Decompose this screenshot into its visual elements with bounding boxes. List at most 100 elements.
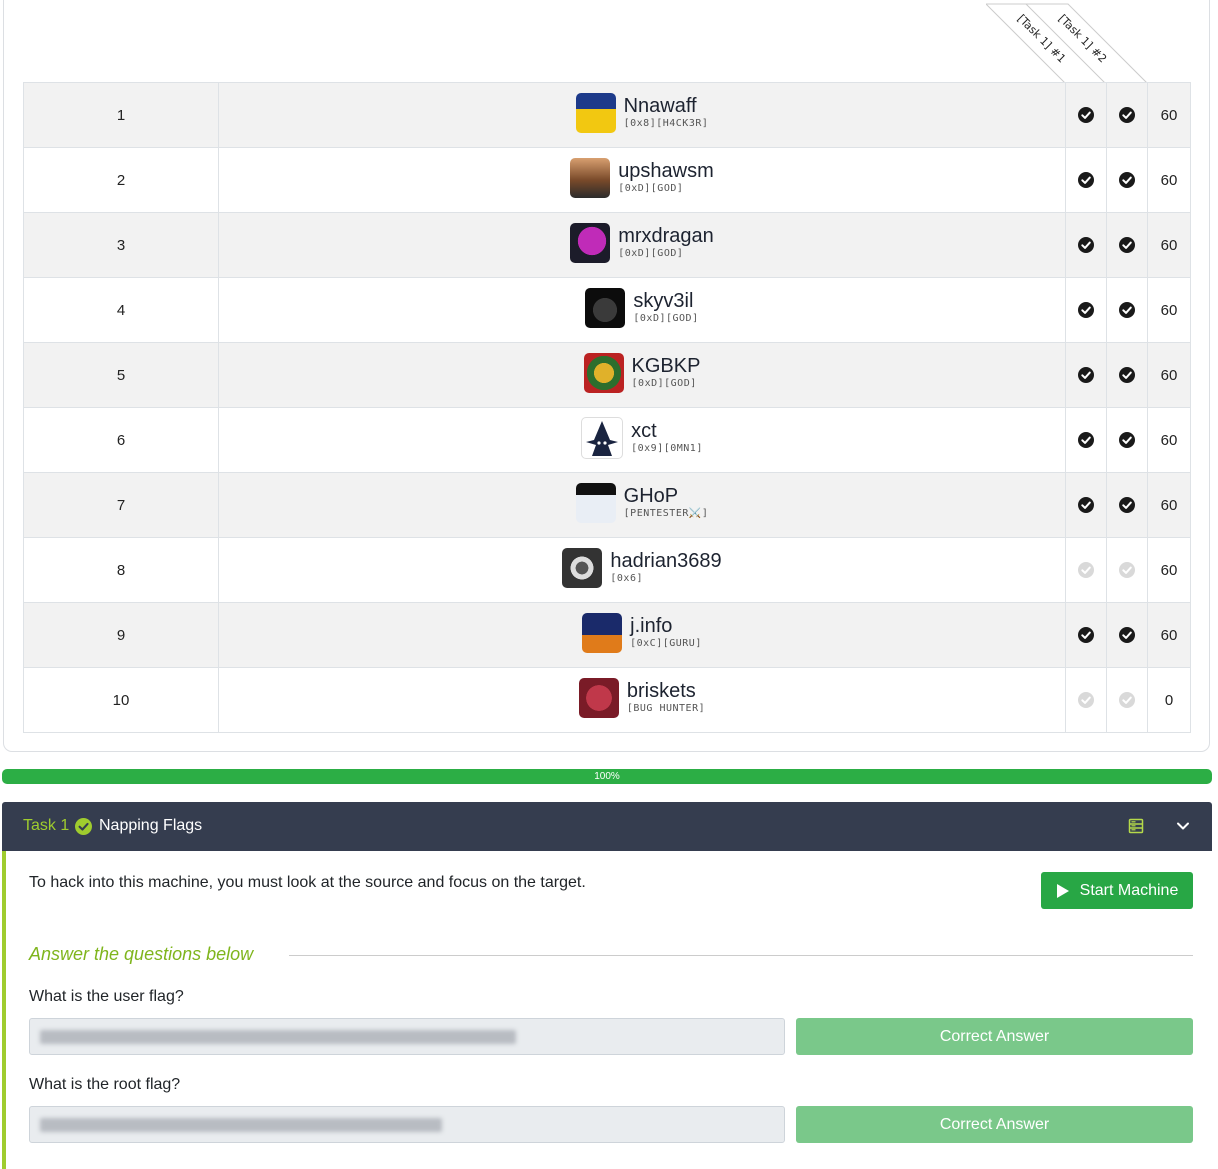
storage-icon[interactable] (1128, 818, 1144, 834)
rank-cell: 10 (23, 667, 219, 733)
check-circle-icon (1119, 366, 1135, 383)
avatar[interactable] (562, 547, 603, 588)
user-profile-link[interactable]: Nnawaff [0x8][H4CK3R] (575, 92, 709, 133)
avatar[interactable] (585, 287, 626, 328)
check-circle-icon (1119, 626, 1135, 643)
username[interactable]: GHoP (624, 485, 709, 507)
table-row: 9 j.info [0xC][GURU] 60 (23, 602, 1191, 668)
user-cell: j.info [0xC][GURU] (218, 602, 1066, 668)
progress-fill: 100% (2, 769, 1212, 784)
question-status-cell (1106, 537, 1148, 603)
check-circle-icon (1078, 431, 1094, 448)
user-profile-link[interactable]: skyv3il [0xD][GOD] (585, 287, 698, 328)
question-status-cell (1065, 537, 1107, 603)
question-status-cell (1106, 602, 1148, 668)
table-row: 1 Nnawaff [0x8][H4CK3R] 60 (23, 82, 1191, 148)
avatar[interactable] (570, 222, 611, 263)
user-profile-link[interactable]: KGBKP [0xD][GOD] (583, 352, 701, 393)
user-cell: GHoP [PENTESTER⚔️] (218, 472, 1066, 538)
rank-cell: 4 (23, 277, 219, 343)
table-row: 4 skyv3il [0xD][GOD] 60 (23, 277, 1191, 343)
avatar[interactable] (583, 352, 624, 393)
user-cell: Nnawaff [0x8][H4CK3R] (218, 82, 1066, 148)
question-status-cell (1065, 472, 1107, 538)
question-label-1: What is the user flag? (29, 988, 184, 1005)
score-cell: 60 (1147, 82, 1191, 148)
user-profile-link[interactable]: briskets [BUG HUNTER] (578, 677, 705, 718)
user-cell: hadrian3689 [0x6] (218, 537, 1066, 603)
question-status-cell (1065, 407, 1107, 473)
check-circle-icon (1119, 171, 1135, 188)
correct-answer-button-2[interactable]: Correct Answer (796, 1106, 1193, 1143)
root-flag-input[interactable] (29, 1106, 785, 1143)
avatar[interactable] (575, 92, 616, 133)
avatar[interactable] (582, 612, 623, 653)
check-circle-pending-icon (1119, 561, 1135, 578)
user-flag-input[interactable] (29, 1018, 785, 1055)
user-cell: mrxdragan [0xD][GOD] (218, 212, 1066, 278)
check-circle-pending-icon (1078, 691, 1094, 708)
username[interactable]: xct (631, 420, 703, 442)
username[interactable]: mrxdragan (618, 225, 714, 247)
user-cell: skyv3il [0xD][GOD] (218, 277, 1066, 343)
score-cell: 60 (1147, 602, 1191, 668)
task-body: To hack into this machine, you must look… (2, 851, 1212, 1169)
question-status-cell (1106, 212, 1148, 278)
task-header[interactable]: Task 1 Napping Flags (2, 802, 1212, 851)
username[interactable]: Nnawaff (624, 95, 709, 117)
username[interactable]: upshawsm (618, 160, 714, 182)
question-status-cell (1106, 147, 1148, 213)
progress-bar: 100% (2, 769, 1212, 784)
user-profile-link[interactable]: upshawsm [0xD][GOD] (570, 157, 714, 198)
user-rank-badge: [0xC][GURU] (630, 637, 702, 649)
rank-cell: 6 (23, 407, 219, 473)
user-rank-badge: [0x8][H4CK3R] (623, 117, 709, 129)
check-circle-icon (1119, 106, 1135, 123)
question-status-cell (1065, 277, 1107, 343)
check-circle-icon (1119, 431, 1135, 448)
user-rank-badge: [PENTESTER⚔️] (623, 507, 709, 519)
rank-cell: 3 (23, 212, 219, 278)
table-row: 3 mrxdragan [0xD][GOD] 60 (23, 212, 1191, 278)
avatar[interactable] (581, 417, 624, 459)
username[interactable]: KGBKP (632, 355, 701, 377)
avatar[interactable] (575, 482, 616, 523)
user-rank-badge: [0xD][GOD] (631, 377, 697, 389)
user-profile-link[interactable]: GHoP [PENTESTER⚔️] (575, 482, 709, 523)
rank-cell: 2 (23, 147, 219, 213)
avatar[interactable] (578, 677, 619, 718)
username[interactable]: j.info (630, 615, 702, 637)
user-cell: xct [0x9][0MN1] (218, 407, 1066, 473)
play-icon (1056, 883, 1069, 898)
avatar[interactable] (570, 157, 611, 198)
scoreboard-task-headers: [Task 1] #1 [Task 1] #2 (0, 0, 1218, 84)
user-profile-link[interactable]: hadrian3689 [0x6] (562, 547, 722, 588)
user-profile-link[interactable]: xct [0x9][0MN1] (581, 417, 703, 459)
score-cell: 0 (1147, 667, 1191, 733)
check-circle-icon (1078, 626, 1094, 643)
task-card: Task 1 Napping Flags To hack into this m… (2, 802, 1212, 1169)
correct-answer-button-1[interactable]: Correct Answer (796, 1018, 1193, 1055)
score-cell: 60 (1147, 407, 1191, 473)
user-profile-link[interactable]: j.info [0xC][GURU] (582, 612, 702, 653)
check-circle-icon (1078, 106, 1094, 123)
question-status-cell (1106, 667, 1148, 733)
score-cell: 60 (1147, 147, 1191, 213)
question-status-cell (1065, 147, 1107, 213)
question-status-cell (1106, 342, 1148, 408)
question-status-cell (1065, 82, 1107, 148)
answer-heading: Answer the questions below (29, 944, 254, 964)
rank-cell: 8 (23, 537, 219, 603)
check-circle-icon (75, 818, 92, 835)
user-profile-link[interactable]: mrxdragan [0xD][GOD] (570, 222, 714, 263)
check-circle-icon (1078, 366, 1094, 383)
check-circle-icon (1078, 236, 1094, 253)
chevron-down-icon[interactable] (1176, 819, 1190, 833)
username[interactable]: briskets (627, 680, 705, 702)
start-machine-button[interactable]: Start Machine (1041, 872, 1193, 909)
username[interactable]: skyv3il (633, 290, 698, 312)
table-row: 10 briskets [BUG HUNTER] 0 (23, 667, 1191, 733)
username[interactable]: hadrian3689 (610, 550, 721, 572)
table-row: 6 xct [0x9][0MN1] 60 (23, 407, 1191, 473)
question-status-cell (1065, 342, 1107, 408)
